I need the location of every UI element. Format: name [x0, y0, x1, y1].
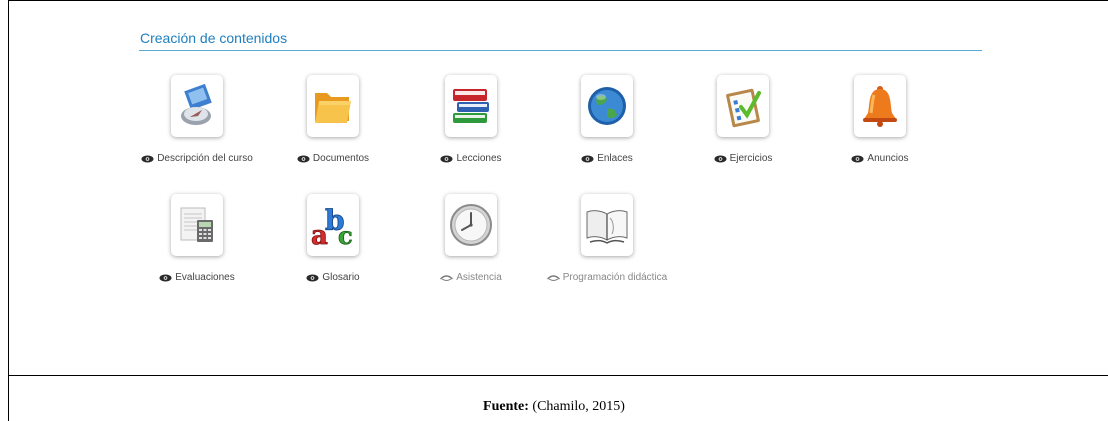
eye-visible-icon[interactable] [851, 155, 864, 163]
compass-icon [181, 83, 212, 125]
bell-icon [863, 86, 897, 127]
tool-programacion-didactica[interactable]: Programación didáctica [542, 194, 672, 283]
tool-enlaces[interactable]: Enlaces [542, 75, 672, 164]
tool-label[interactable]: Evaluaciones [132, 272, 262, 283]
tool-asistencia[interactable]: Asistencia [406, 194, 536, 283]
tool-documentos[interactable]: Documentos [268, 75, 398, 164]
tool-label[interactable]: Anuncios [815, 153, 945, 164]
tool-label[interactable]: Glosario [268, 272, 398, 283]
eye-hidden-icon[interactable] [546, 274, 560, 282]
tool-label-text[interactable]: Documentos [313, 153, 369, 164]
tool-tile[interactable] [581, 194, 633, 256]
svg-text:c: c [338, 221, 353, 250]
tool-anuncios[interactable]: Anuncios [815, 75, 945, 164]
tool-label[interactable]: Asistencia [406, 272, 536, 283]
eye-visible-icon[interactable] [714, 155, 727, 163]
tool-label-text[interactable]: Glosario [322, 272, 359, 283]
caption-source: (Chamilo, 2015) [528, 399, 625, 414]
section-title: Creación de contenidos [140, 30, 288, 46]
tool-tile[interactable] [307, 75, 359, 137]
tool-tile[interactable] [445, 75, 497, 137]
tool-label-text[interactable]: Ejercicios [730, 153, 773, 164]
tool-tile[interactable] [717, 75, 769, 137]
eye-visible-icon[interactable] [306, 274, 319, 282]
tool-tile[interactable] [445, 194, 497, 256]
tool-tile[interactable] [171, 75, 223, 137]
tool-descripcion-del-curso[interactable]: Descripción del curso [132, 75, 262, 164]
eye-visible-icon[interactable] [159, 274, 172, 282]
eye-hidden-icon[interactable] [440, 274, 454, 282]
tool-label[interactable]: Descripción del curso [132, 153, 262, 164]
tool-label-text[interactable]: Enlaces [597, 153, 633, 164]
eye-visible-icon[interactable] [581, 155, 594, 163]
tool-lecciones[interactable]: Lecciones [406, 75, 536, 164]
tool-label-text[interactable]: Anuncios [867, 153, 908, 164]
tool-tile[interactable] [581, 75, 633, 137]
tool-label-text[interactable]: Programación didáctica [563, 272, 668, 283]
frame-top-border [8, 0, 1108, 1]
eye-visible-icon[interactable] [141, 155, 154, 163]
section-divider [139, 50, 982, 51]
tool-evaluaciones[interactable]: Evaluaciones [132, 194, 262, 283]
tool-label[interactable]: Enlaces [542, 153, 672, 164]
tool-label[interactable]: Documentos [268, 153, 398, 164]
tool-tile[interactable]: a b c [307, 194, 359, 256]
calculator-icon [180, 207, 213, 242]
clock-icon [450, 204, 492, 246]
abc-icon: a b c [311, 204, 353, 250]
tool-label-text[interactable]: Lecciones [456, 153, 501, 164]
tool-label[interactable]: Ejercicios [678, 153, 808, 164]
folder-icon [315, 93, 351, 123]
tool-glosario[interactable]: a b c Glosario [268, 194, 398, 283]
tool-label-text[interactable]: Descripción del curso [157, 153, 253, 164]
eye-visible-icon[interactable] [440, 155, 453, 163]
figure-caption: Fuente: (Chamilo, 2015) [0, 399, 1108, 415]
checklist-icon [726, 88, 761, 128]
frame-left-border [8, 0, 9, 421]
tool-label[interactable]: Programación didáctica [542, 272, 672, 283]
frame-separator [8, 375, 1108, 376]
eye-visible-icon[interactable] [297, 155, 310, 163]
tool-ejercicios[interactable]: Ejercicios [678, 75, 808, 164]
globe-icon [588, 87, 626, 125]
open-book-icon [586, 210, 628, 244]
tool-label-text[interactable]: Asistencia [456, 272, 502, 283]
tool-label-text[interactable]: Evaluaciones [175, 272, 234, 283]
tool-label[interactable]: Lecciones [406, 153, 536, 164]
tool-tile[interactable] [854, 75, 906, 137]
caption-label: Fuente: [483, 399, 529, 414]
tool-tile[interactable] [171, 194, 223, 256]
books-icon [453, 89, 489, 123]
